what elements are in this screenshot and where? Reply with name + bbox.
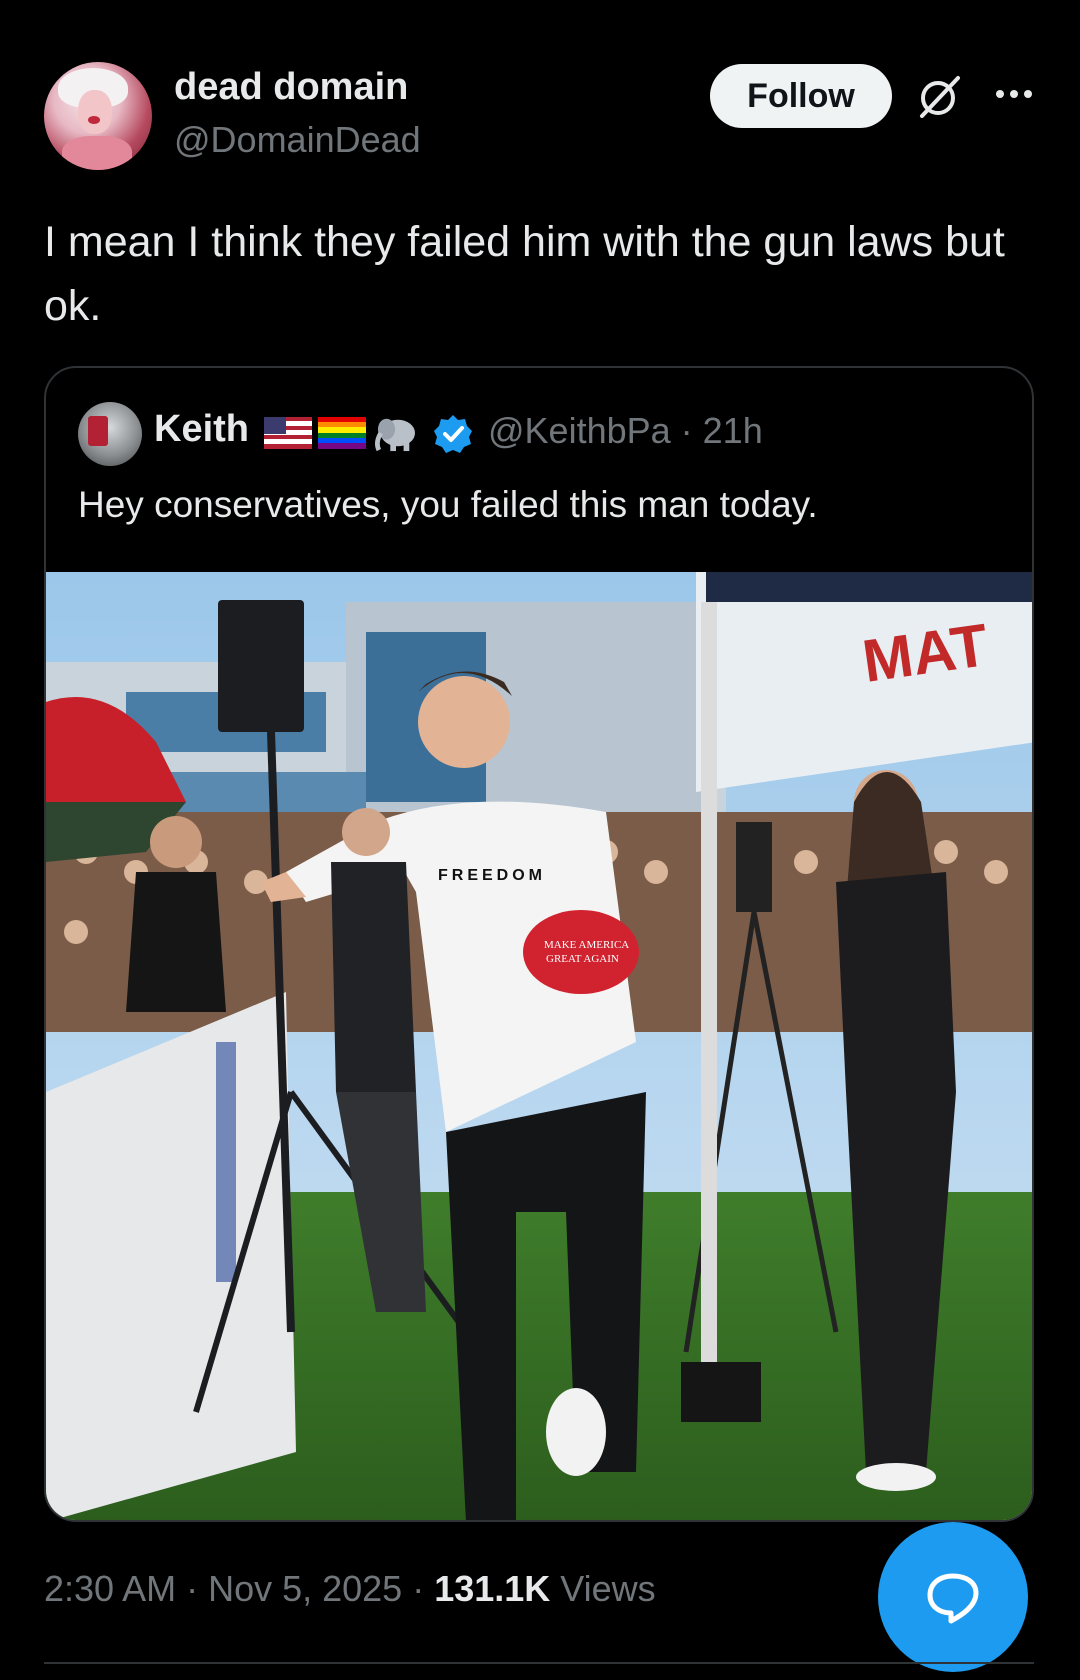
views-label: Views bbox=[550, 1568, 656, 1609]
photo-camera bbox=[736, 822, 772, 912]
us-flag-icon bbox=[264, 417, 312, 449]
photo-speaker bbox=[218, 600, 304, 732]
quoted-author-name[interactable]: Keith bbox=[154, 408, 249, 451]
avatar-face bbox=[78, 90, 112, 134]
avatar-mouth bbox=[88, 116, 100, 124]
hat-text-line2: GREAT AGAIN bbox=[546, 953, 619, 965]
author-display-name[interactable]: dead domain bbox=[174, 66, 408, 109]
photo-maga-hat bbox=[523, 910, 639, 994]
hat-text-line1: MAKE AMERICA bbox=[544, 939, 629, 951]
reply-button[interactable] bbox=[878, 1522, 1028, 1672]
post-timestamp[interactable]: 2:30 AM · Nov 5, 2025 · bbox=[44, 1568, 434, 1609]
grok-icon[interactable] bbox=[914, 72, 964, 122]
quoted-author-handle-time: @KeithbPa · 21h bbox=[488, 410, 763, 451]
post-text: I mean I think they failed him with the … bbox=[44, 218, 1005, 330]
more-dots-icon[interactable] bbox=[992, 74, 1036, 114]
author-avatar[interactable] bbox=[44, 62, 152, 170]
verified-badge-icon bbox=[434, 415, 472, 453]
rainbow-flag-icon bbox=[318, 417, 366, 449]
reply-bubble-icon bbox=[927, 1573, 979, 1624]
quoted-post-photo[interactable]: MAT FREEDOM MAKE AMERICA GREAT AGAIN bbox=[46, 572, 1034, 1522]
author-handle[interactable]: @DomainDead bbox=[174, 119, 421, 161]
post-meta: 2:30 AM · Nov 5, 2025 · 131.1K Views bbox=[44, 1568, 656, 1610]
avatar-flag-shape bbox=[88, 416, 108, 446]
quoted-post-card[interactable]: Keith @KeithbPa · 21h Hey conservatives,… bbox=[44, 366, 1034, 1522]
quoted-post-text: Hey conservatives, you failed this man t… bbox=[78, 484, 818, 525]
bottom-divider bbox=[44, 1662, 1034, 1664]
follow-button[interactable]: Follow bbox=[710, 64, 892, 128]
views-count: 131.1K bbox=[434, 1568, 551, 1609]
photo-shirt-text: FREEDOM bbox=[438, 867, 546, 884]
elephant-icon bbox=[375, 418, 415, 452]
quoted-author-avatar[interactable] bbox=[78, 402, 142, 466]
avatar-body bbox=[62, 136, 132, 170]
